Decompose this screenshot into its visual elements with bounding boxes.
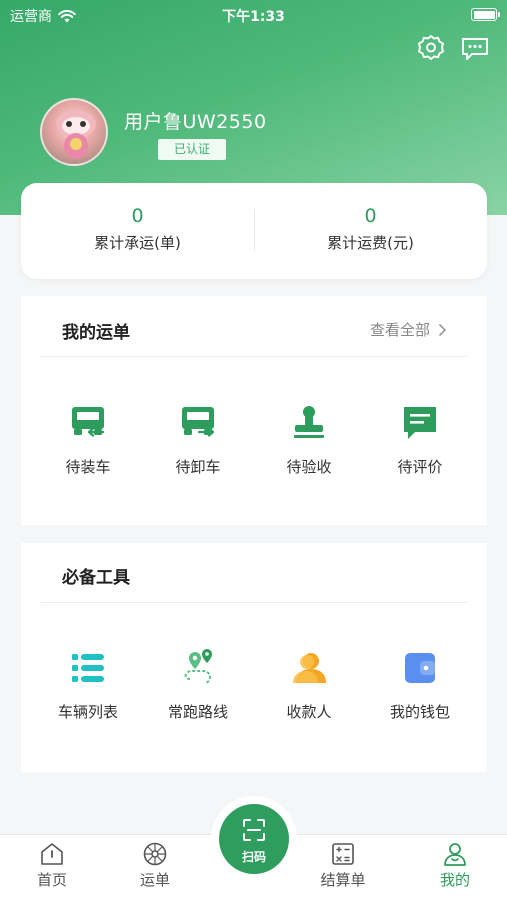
tab-settlement[interactable]: 结算单 [303, 841, 383, 890]
wheel-icon [143, 842, 167, 866]
section-title: 必备工具 [62, 568, 130, 588]
scan-icon [243, 819, 265, 841]
avatar[interactable] [40, 98, 108, 166]
status-time: 下午1:33 [222, 9, 285, 25]
order-pending-load[interactable]: 待装车 [33, 404, 143, 477]
view-all-label: 查看全部 [369, 321, 430, 339]
truck-load-icon [72, 407, 105, 437]
status-bar: 运营商 下午1:33 [0, 0, 507, 30]
tab-orders[interactable]: 运单 [115, 841, 195, 890]
tool-label: 收款人 [286, 703, 332, 721]
tool-label: 车辆列表 [57, 703, 118, 721]
scan-button[interactable]: 扫码 [219, 804, 289, 874]
tools-section: 必备工具 车辆列表 常跑路线 收款人 我的钱包 [21, 543, 487, 772]
stat-label: 累计运费(元) [327, 234, 414, 252]
order-pending-inspection[interactable]: 待验收 [254, 404, 364, 477]
tab-label: 首页 [36, 871, 67, 889]
route-icon [184, 649, 212, 684]
tab-label: 我的 [439, 871, 470, 889]
battery-icon [471, 8, 500, 21]
stat-total-orders[interactable]: 0 累计承运(单) [21, 205, 254, 253]
order-label: 待评价 [397, 458, 443, 476]
order-label: 待卸车 [175, 458, 221, 476]
tab-home[interactable]: 首页 [12, 841, 92, 890]
scan-label: 扫码 [241, 850, 266, 864]
tool-payee[interactable]: 收款人 [254, 649, 364, 722]
tool-label: 常跑路线 [167, 703, 228, 721]
person-icon [444, 843, 466, 866]
order-label: 待验收 [286, 458, 332, 476]
section-divider [41, 356, 467, 357]
stat-total-freight[interactable]: 0 累计运费(元) [254, 205, 487, 253]
payee-icon [293, 653, 326, 683]
comment-icon [404, 407, 436, 439]
tab-mine[interactable]: 我的 [415, 841, 495, 890]
tool-my-wallet[interactable]: 我的钱包 [365, 649, 475, 722]
stat-label: 累计承运(单) [94, 234, 181, 252]
home-icon [41, 843, 63, 865]
stat-value: 0 [131, 205, 144, 227]
settings-gear-icon[interactable] [416, 33, 446, 63]
user-name: 用户鲁UW2550 [124, 111, 267, 133]
scan-button-wrap: 扫码 [211, 796, 297, 882]
section-title: 我的运单 [62, 323, 130, 343]
truck-unload-icon [182, 407, 215, 437]
order-pending-unload[interactable]: 待卸车 [143, 404, 253, 477]
tab-label: 结算单 [320, 871, 366, 889]
tool-vehicle-list[interactable]: 车辆列表 [33, 649, 143, 722]
stamp-icon [294, 406, 324, 438]
order-label: 待装车 [65, 458, 111, 476]
list-icon [72, 654, 104, 682]
calculator-icon [332, 843, 354, 865]
tool-label: 我的钱包 [389, 703, 450, 721]
section-divider [41, 602, 467, 603]
view-all-link[interactable]: 查看全部 [370, 319, 447, 340]
tab-label: 运单 [139, 871, 170, 889]
order-pending-review[interactable]: 待评价 [365, 404, 475, 477]
stat-value: 0 [364, 205, 377, 227]
orders-section: 我的运单 查看全部 待装车 待卸车 待验收 待评价 [21, 296, 487, 525]
verified-badge: 已认证 [158, 139, 226, 160]
stats-card: 0 累计承运(单) 0 累计运费(元) [21, 183, 487, 279]
wallet-icon [405, 653, 435, 683]
chevron-right-icon [438, 323, 447, 336]
tool-frequent-routes[interactable]: 常跑路线 [143, 649, 253, 722]
message-icon[interactable] [460, 33, 490, 63]
